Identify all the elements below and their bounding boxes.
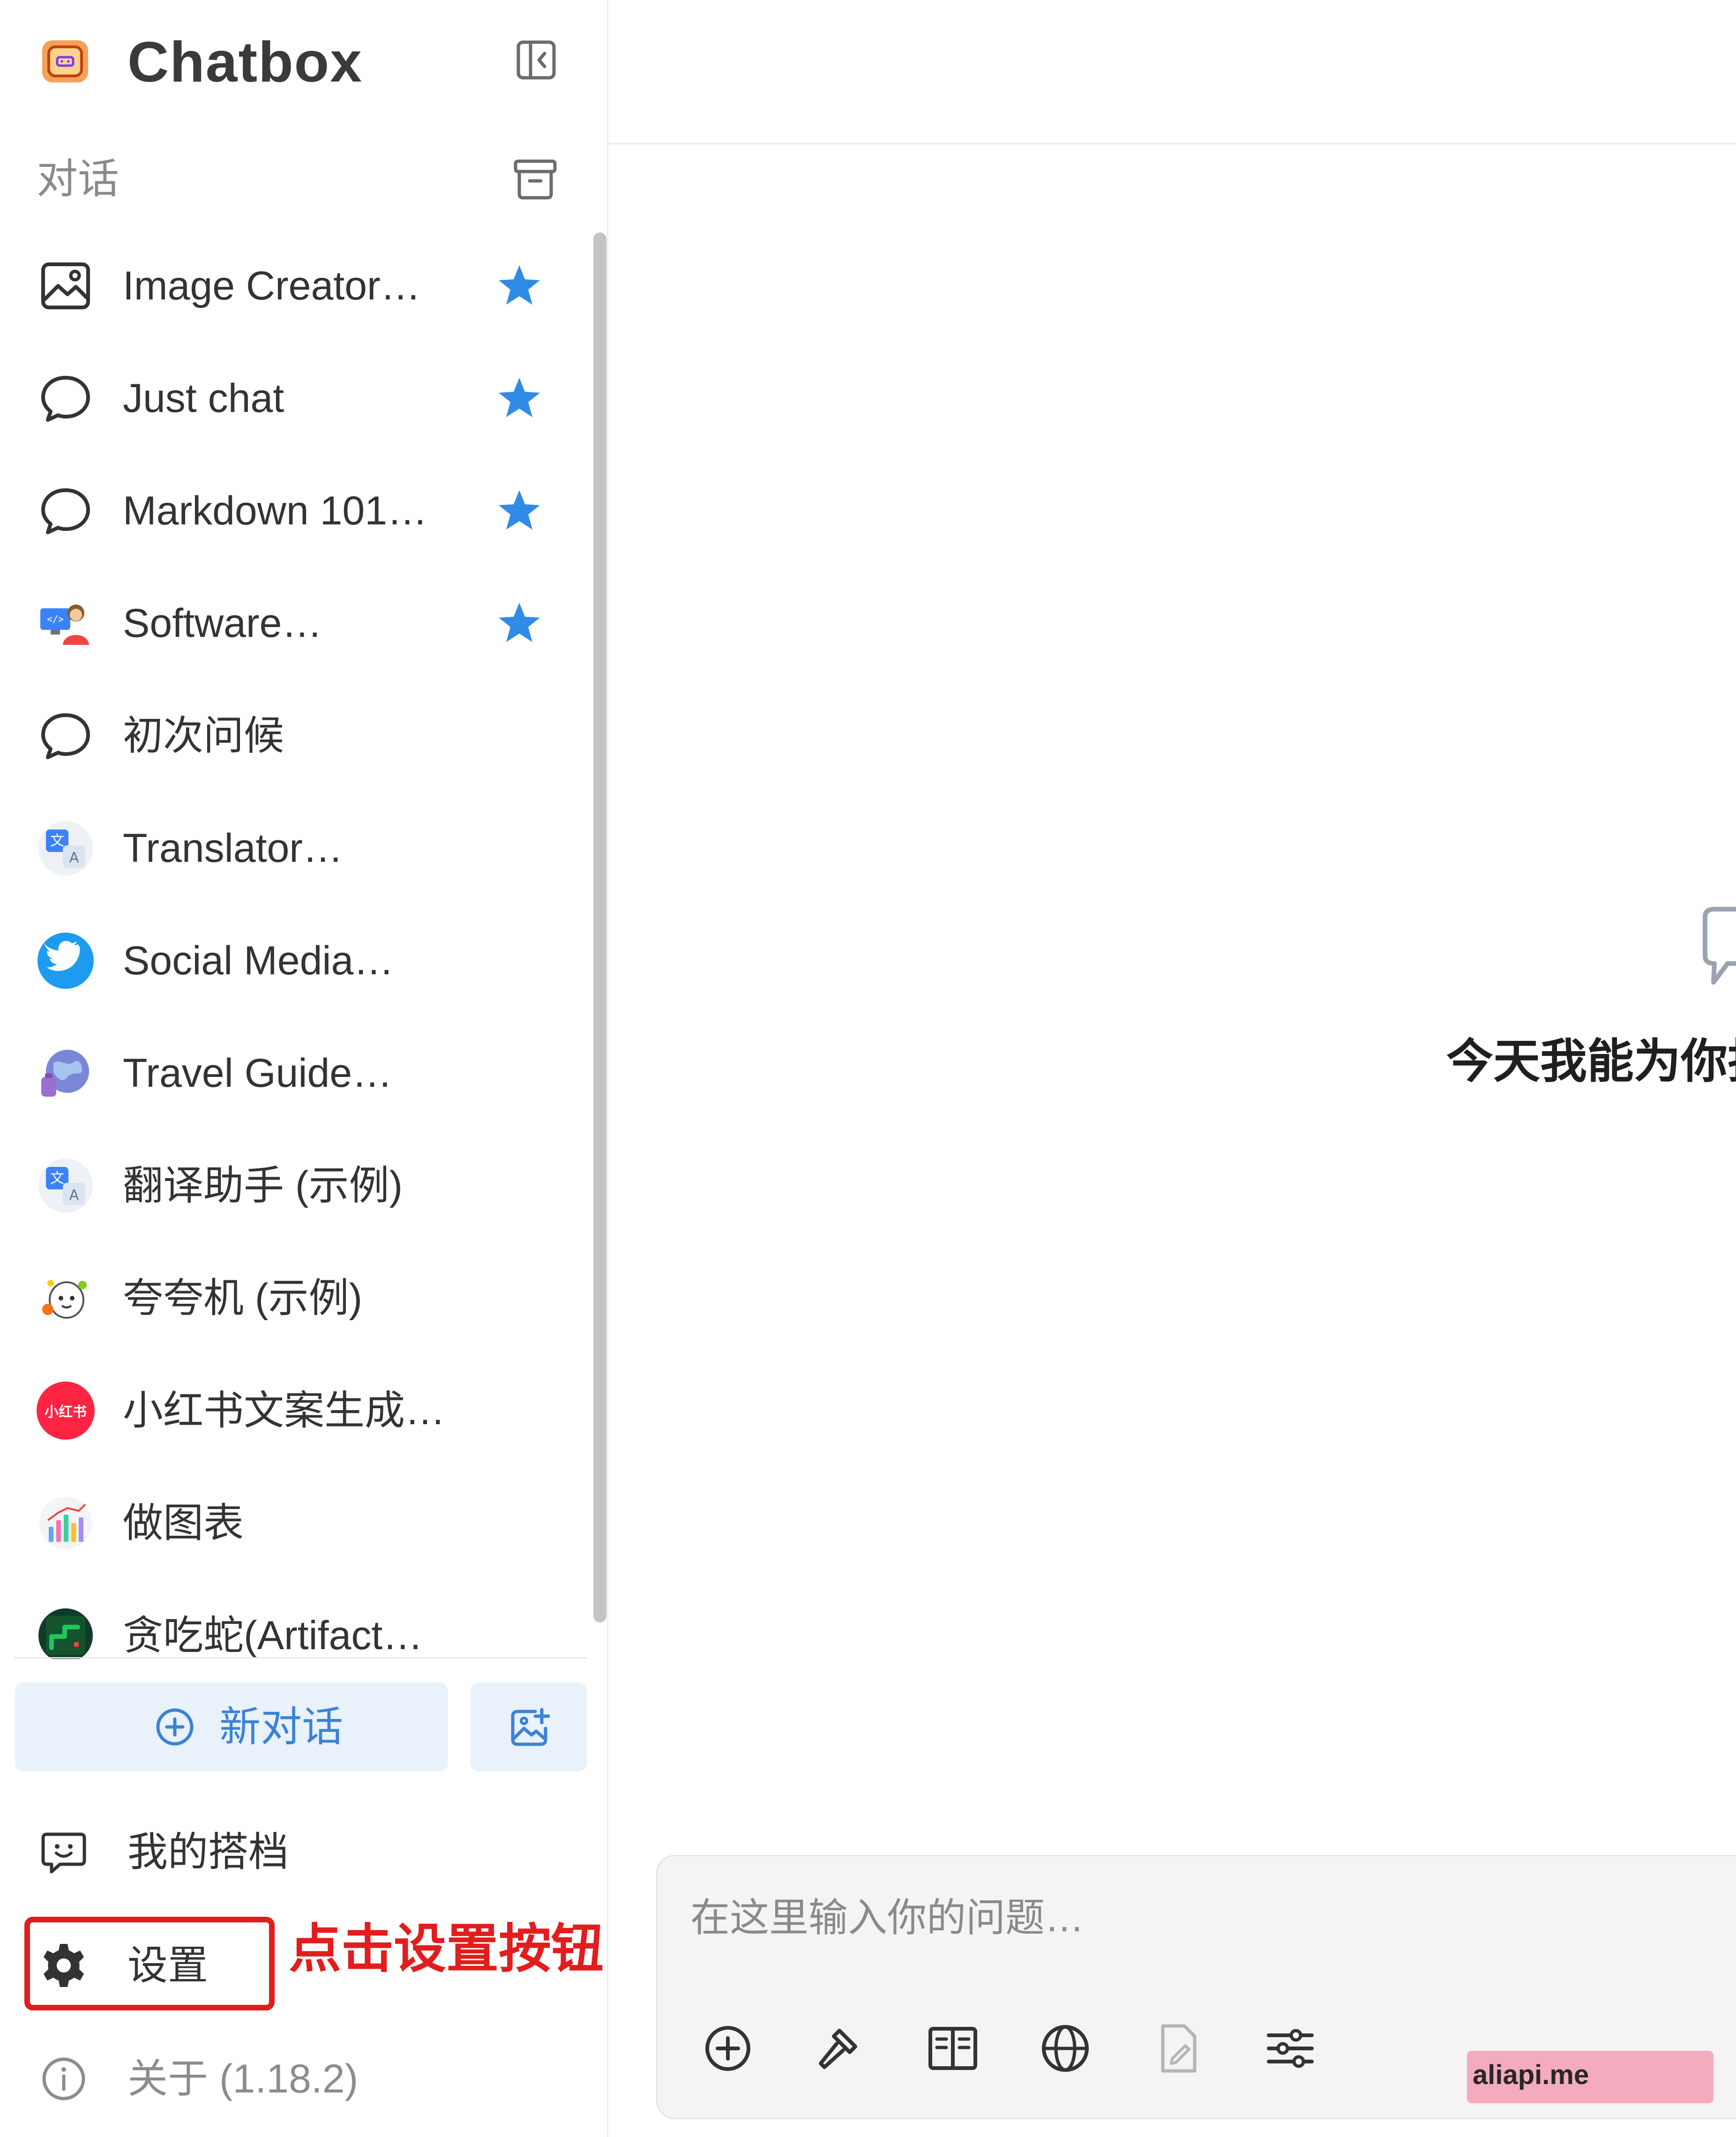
chat-settings-button[interactable] — [1262, 2020, 1318, 2077]
session-item-praise-bot[interactable]: 夸夸机 (示例) — [0, 1242, 572, 1354]
session-list: Image Creator… Just chat Markdown 101… <… — [0, 230, 591, 1659]
session-list-scrollbar[interactable] — [593, 232, 606, 1622]
session-item-just-chat[interactable]: Just chat — [0, 342, 572, 455]
session-item-travel-guide[interactable]: Travel Guide… — [0, 1017, 572, 1129]
tools-hammer-icon — [819, 2029, 857, 2069]
knowledge-book-icon — [928, 2027, 977, 2070]
session-label: 夸夸机 (示例) — [123, 1276, 363, 1321]
session-item-social-media[interactable]: Social Media… — [0, 904, 572, 1017]
new-image-chat-button[interactable] — [471, 1682, 587, 1771]
info-icon — [42, 2057, 85, 2100]
main-header — [608, 0, 1736, 144]
chat-bubble-icon — [41, 488, 90, 534]
translate-icon: 文 A — [38, 1158, 93, 1213]
divider — [14, 1657, 587, 1659]
new-chat-label: 新对话 — [219, 1704, 344, 1750]
session-item-snake-artifact[interactable]: 贪吃蛇(Artifact… — [0, 1579, 572, 1659]
session-label: Software… — [123, 601, 322, 646]
svg-text:A: A — [69, 850, 79, 866]
app-title: Chatbox — [127, 30, 363, 94]
session-label: Just chat — [123, 376, 284, 421]
collapse-sidebar-icon[interactable] — [515, 38, 558, 82]
message-input[interactable]: 在这里输入你的问题… — [690, 1892, 1084, 1943]
session-item-translation-assistant[interactable]: 文 A 翻译助手 (示例) — [0, 1129, 572, 1242]
knowledge-base-button[interactable] — [925, 2020, 981, 2077]
web-search-button[interactable] — [1037, 2020, 1093, 2077]
chatbox-window: Chatbox 对话 Image Creator… Just chat Mark… — [0, 0, 1736, 2137]
chat-bubble-icon — [41, 713, 90, 759]
welcome-greeting: 今天我能为你抖 — [1446, 1035, 1736, 1088]
session-item-xiaohongshu[interactable]: 小红书 小红书文案生成… — [0, 1354, 572, 1467]
watermark-text: aliapi.me — [1473, 2060, 1589, 2090]
session-label: 贪吃蛇(Artifact… — [123, 1613, 423, 1658]
chatbox-logo-icon — [42, 40, 88, 82]
chart-avatar-icon — [39, 1497, 92, 1549]
settings-highlight-box — [24, 1917, 275, 2010]
star-icon[interactable] — [496, 487, 543, 534]
settings-annotation: 点击设置按钮 — [289, 1920, 604, 1978]
sidebar: Chatbox 对话 Image Creator… Just chat Mark… — [0, 0, 608, 2137]
session-item-image-creator[interactable]: Image Creator… — [0, 230, 572, 342]
session-label: 翻译助手 (示例) — [123, 1163, 403, 1208]
settings-sliders-icon — [1267, 2029, 1314, 2068]
svg-text:</>: </> — [47, 613, 64, 625]
sessions-section-label: 对话 — [37, 156, 120, 202]
session-label: Translator… — [123, 826, 343, 871]
xiaohongshu-badge-text: 小红书 — [45, 1404, 87, 1420]
add-circle-icon — [156, 1708, 194, 1746]
session-item-translator[interactable]: 文 A Translator… — [0, 792, 572, 904]
archive-icon[interactable] — [513, 157, 558, 202]
session-label: Social Media… — [123, 938, 394, 983]
translate-icon: 文 A — [38, 821, 93, 875]
session-item-make-chart[interactable]: 做图表 — [0, 1467, 572, 1579]
add-attachment-icon — [705, 2026, 750, 2071]
tools-button[interactable] — [812, 2020, 868, 2077]
snake-game-icon — [38, 1608, 93, 1659]
chat-bubble-icon — [41, 376, 90, 422]
partner-smile-icon — [41, 1832, 86, 1874]
svg-text:文: 文 — [50, 1170, 64, 1187]
session-label: 做图表 — [123, 1501, 244, 1546]
image-add-icon — [511, 1708, 550, 1746]
svg-text:A: A — [69, 1187, 79, 1203]
session-item-first-greeting[interactable]: 初次问候 — [0, 680, 572, 792]
my-partners-item[interactable]: 我的搭档 — [0, 1803, 591, 1897]
chat-main-area: 今天我能为你抖 在这里输入你的问题… — [608, 0, 1736, 2137]
xiaohongshu-icon: 小红书 — [37, 1382, 95, 1440]
session-label: Image Creator… — [123, 263, 421, 308]
globe-avatar-icon — [41, 1050, 89, 1097]
session-label: Travel Guide… — [123, 1051, 393, 1096]
file-doc-icon — [1161, 2024, 1197, 2073]
about-label: 关于 (1.18.2) — [127, 2056, 359, 2101]
image-icon — [41, 262, 90, 309]
session-label: Markdown 101… — [123, 488, 428, 533]
star-icon[interactable] — [496, 262, 543, 309]
cute-avatar-icon — [42, 1280, 87, 1319]
developer-avatar-icon: </> — [40, 605, 89, 645]
svg-text:文: 文 — [50, 833, 64, 849]
session-label: 小红书文案生成… — [123, 1388, 445, 1433]
add-attachment-button[interactable] — [700, 2020, 756, 2077]
web-search-globe-icon — [1042, 2025, 1089, 2072]
new-chat-button[interactable]: 新对话 — [15, 1682, 448, 1771]
attach-file-button[interactable] — [1150, 2020, 1206, 2077]
session-item-markdown-101[interactable]: Markdown 101… — [0, 455, 572, 567]
about-item[interactable]: 关于 (1.18.2) — [0, 2030, 591, 2124]
star-icon[interactable] — [496, 600, 543, 647]
session-label: 初次问候 — [123, 713, 284, 758]
twitter-icon — [37, 933, 94, 989]
my-partners-label: 我的搭档 — [127, 1830, 289, 1875]
watermark: aliapi.me — [1467, 2051, 1714, 2103]
star-icon[interactable] — [496, 375, 543, 422]
session-item-software[interactable]: </> Software… — [0, 567, 572, 680]
chat-empty-icon — [1703, 907, 1736, 985]
